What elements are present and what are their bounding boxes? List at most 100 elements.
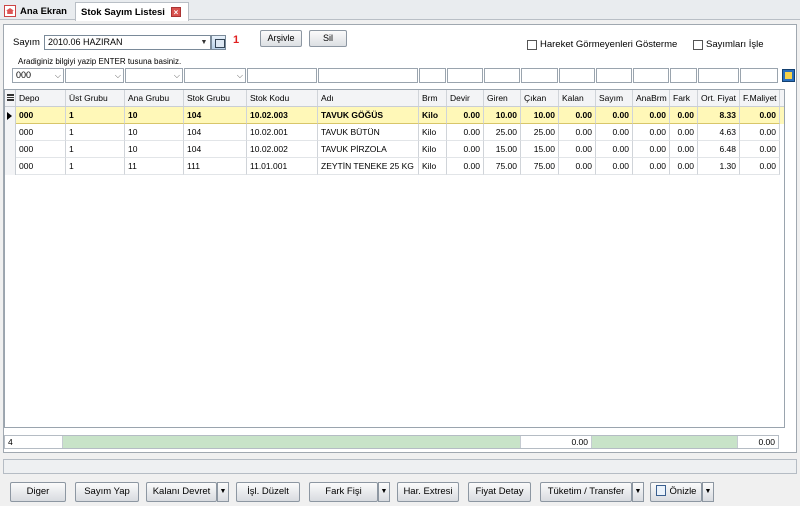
filter-ust-grubu[interactable]: ⌵ [65,68,124,83]
col-header-cikan[interactable]: Çıkan [521,90,559,106]
col-header-giren[interactable]: Giren [484,90,521,106]
checkbox-box[interactable] [527,39,537,50]
cell-brm[interactable]: Kilo [419,141,447,158]
cell-sayim[interactable]: 0.00 [596,158,633,175]
table-row[interactable]: 000 1 10 104 10.02.002 TAVUK PİRZOLA Kil… [5,141,784,158]
cell-f-maliyet[interactable]: 0.00 [740,141,780,158]
filter-stok-kodu[interactable] [247,68,317,83]
cell-fark[interactable]: 0.00 [670,141,698,158]
filter-cikan[interactable] [521,68,558,83]
cell-ust-grubu[interactable]: 1 [66,141,125,158]
col-header-stok-grubu[interactable]: Stok Grubu [184,90,247,106]
onizle-dropdown[interactable]: ▼ [702,482,714,502]
cell-stok-grubu[interactable]: 111 [184,158,247,175]
col-header-depo[interactable]: Depo [16,90,66,106]
cell-f-maliyet[interactable]: 0.00 [740,124,780,141]
cell-sayim[interactable]: 0.00 [596,141,633,158]
col-header-fark[interactable]: Fark [670,90,698,106]
cell-devir[interactable]: 0.00 [447,158,484,175]
cell-ust-grubu[interactable]: 1 [66,107,125,124]
cell-anabrm[interactable]: 0.00 [633,124,670,141]
table-row[interactable]: 000 1 10 104 10.02.003 TAVUK GÖĞÜS Kilo … [5,107,784,124]
filter-depo[interactable]: 000 ⌵ [12,68,64,83]
hareket-checkbox[interactable]: Hareket Görmeyenleri Gösterme [527,39,677,50]
cell-adi[interactable]: ZEYTİN TENEKE 25 KG [318,158,419,175]
cell-fark[interactable]: 0.00 [670,124,698,141]
cell-giren[interactable]: 10.00 [484,107,521,124]
cell-f-maliyet[interactable]: 0.00 [740,107,780,124]
cell-cikan[interactable]: 25.00 [521,124,559,141]
tuketim-transfer-dropdown[interactable]: ▼ [632,482,644,502]
cell-adi[interactable]: TAVUK GÖĞÜS [318,107,419,124]
cell-cikan[interactable]: 15.00 [521,141,559,158]
close-icon[interactable]: × [170,7,181,17]
cell-depo[interactable]: 000 [16,124,66,141]
table-row[interactable]: 000 1 11 111 11.01.001 ZEYTİN TENEKE 25 … [5,158,784,175]
cell-ana-grubu[interactable]: 10 [125,124,184,141]
isl-duzelt-button[interactable]: İşl. Düzelt [236,482,300,502]
filter-brm[interactable] [419,68,446,83]
filter-fark[interactable] [670,68,697,83]
col-header-sayim[interactable]: Sayım [596,90,633,106]
sayim-browse-button[interactable] [211,35,226,50]
cell-devir[interactable]: 0.00 [447,107,484,124]
cell-depo[interactable]: 000 [16,107,66,124]
sayim-select[interactable]: 2010.06 HAZIRAN ▼ [44,35,211,50]
sil-button[interactable]: Sil [309,30,347,47]
cell-fark[interactable]: 0.00 [670,107,698,124]
cell-stok-kodu[interactable]: 10.02.002 [247,141,318,158]
filter-apply-icon[interactable] [782,69,795,82]
col-header-ana-grubu[interactable]: Ana Grubu [125,90,184,106]
filter-ana-grubu[interactable]: ⌵ [125,68,183,83]
cell-anabrm[interactable]: 0.00 [633,141,670,158]
cell-depo[interactable]: 000 [16,141,66,158]
cell-kalan[interactable]: 0.00 [559,107,596,124]
cell-devir[interactable]: 0.00 [447,124,484,141]
fark-fisi-button[interactable]: Fark Fişi [309,482,378,502]
filter-adi[interactable] [318,68,418,83]
filter-f-maliyet[interactable] [740,68,778,83]
sayim-yap-button[interactable]: Sayım Yap [75,482,139,502]
cell-cikan[interactable]: 75.00 [521,158,559,175]
col-header-stok-kodu[interactable]: Stok Kodu [247,90,318,106]
col-header-devir[interactable]: Devir [447,90,484,106]
cell-adi[interactable]: TAVUK PİRZOLA [318,141,419,158]
filter-anabrm[interactable] [633,68,669,83]
tuketim-transfer-button[interactable]: Tüketim / Transfer [540,482,632,502]
cell-kalan[interactable]: 0.00 [559,158,596,175]
cell-ana-grubu[interactable]: 10 [125,141,184,158]
cell-stok-kodu[interactable]: 11.01.001 [247,158,318,175]
cell-fark[interactable]: 0.00 [670,158,698,175]
cell-giren[interactable]: 15.00 [484,141,521,158]
kalani-devret-dropdown[interactable]: ▼ [217,482,229,502]
cell-ust-grubu[interactable]: 1 [66,158,125,175]
cell-anabrm[interactable]: 0.00 [633,107,670,124]
diger-button[interactable]: Diger [10,482,66,502]
col-header-brm[interactable]: Brm [419,90,447,106]
fiyat-detay-button[interactable]: Fiyat Detay [468,482,531,502]
col-header-f-maliyet[interactable]: F.Maliyet [740,90,780,106]
sayimlari-isle-checkbox[interactable]: Sayımları İşle [693,39,764,50]
cell-stok-grubu[interactable]: 104 [184,107,247,124]
cell-kalan[interactable]: 0.00 [559,141,596,158]
cell-ort-fiyat[interactable]: 1.30 [698,158,740,175]
cell-stok-kodu[interactable]: 10.02.001 [247,124,318,141]
col-header-kalan[interactable]: Kalan [559,90,596,106]
grid-menu-button[interactable] [5,90,16,106]
onizle-button[interactable]: Önizle [650,482,702,502]
cell-depo[interactable]: 000 [16,158,66,175]
cell-ana-grubu[interactable]: 10 [125,107,184,124]
cell-ust-grubu[interactable]: 1 [66,124,125,141]
cell-devir[interactable]: 0.00 [447,141,484,158]
kalani-devret-button[interactable]: Kalanı Devret [146,482,217,502]
cell-giren[interactable]: 25.00 [484,124,521,141]
cell-anabrm[interactable]: 0.00 [633,158,670,175]
table-row[interactable]: 000 1 10 104 10.02.001 TAVUK BÜTÜN Kilo … [5,124,784,141]
cell-stok-grubu[interactable]: 104 [184,124,247,141]
tab-ana-ekran[interactable]: Ana Ekran [2,2,74,20]
cell-brm[interactable]: Kilo [419,124,447,141]
tab-stok-sayim-listesi[interactable]: Stok Sayım Listesi × [75,2,189,21]
cell-ort-fiyat[interactable]: 6.48 [698,141,740,158]
arsivle-button[interactable]: Arşivle [260,30,302,47]
filter-stok-grubu[interactable]: ⌵ [184,68,246,83]
